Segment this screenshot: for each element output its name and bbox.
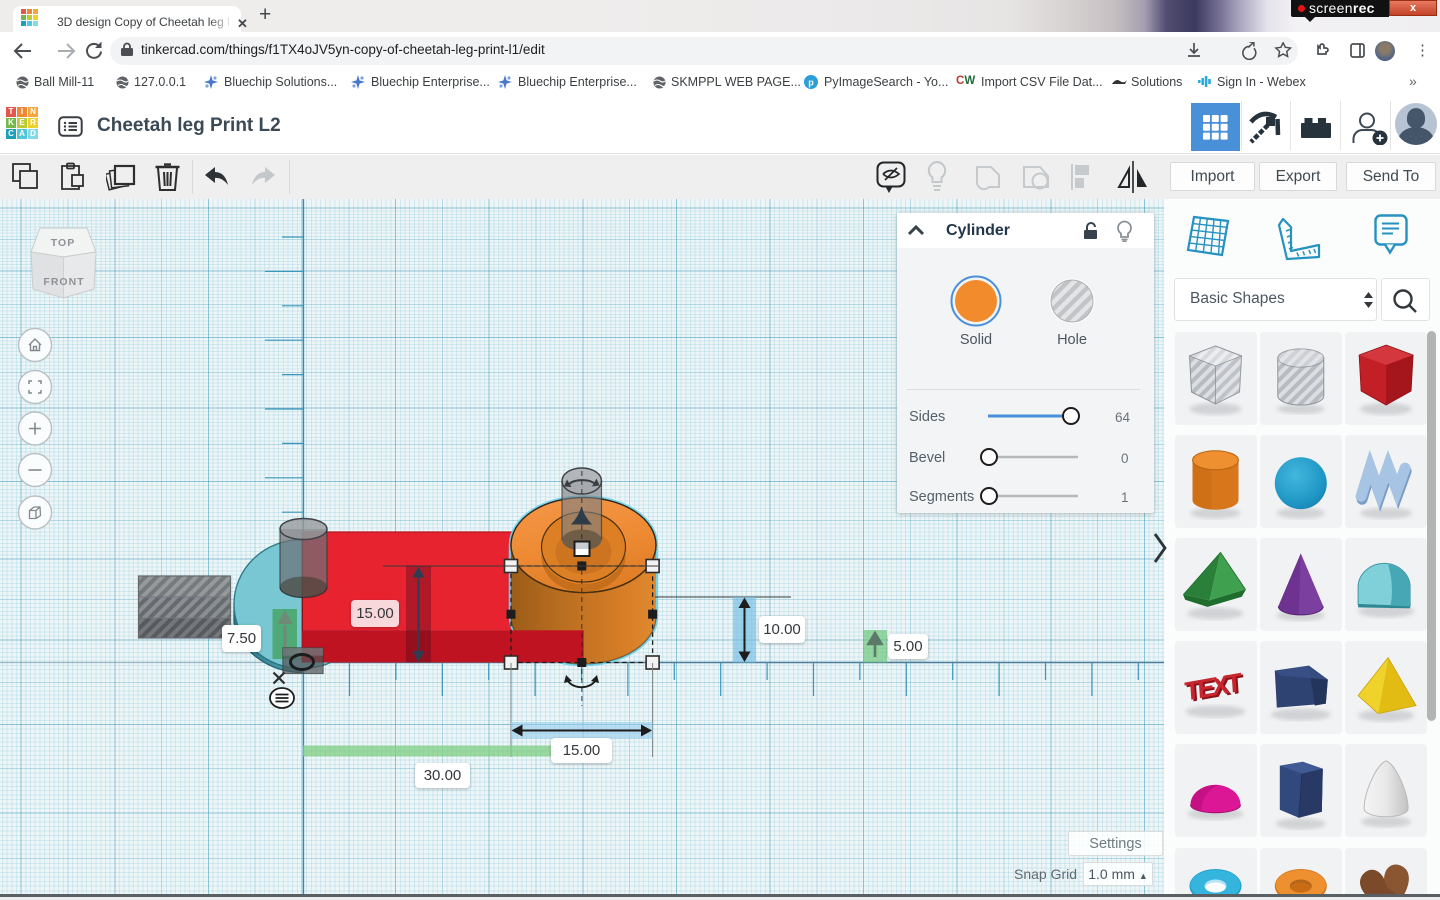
svg-text:TOP: TOP bbox=[51, 237, 75, 249]
svg-text:FRONT: FRONT bbox=[43, 276, 84, 288]
svg-text:TEXT: TEXT bbox=[1184, 667, 1243, 707]
svg-text:p: p bbox=[808, 78, 814, 88]
